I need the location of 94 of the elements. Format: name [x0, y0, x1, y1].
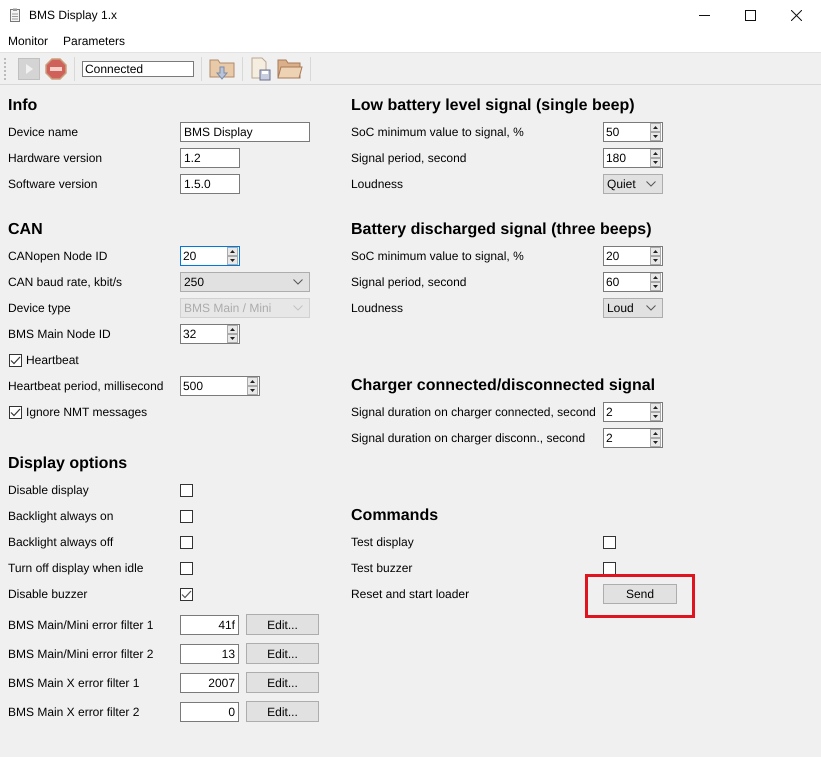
checkbox[interactable] [180, 562, 193, 574]
spin-arrows-icon[interactable] [650, 403, 661, 421]
field-label: CANopen Node ID [8, 249, 108, 263]
spin-arrows-icon[interactable] [227, 247, 238, 265]
section-heading: Info [8, 96, 38, 116]
stop-button[interactable] [45, 58, 67, 80]
file-save-icon[interactable] [250, 56, 272, 80]
edit-button[interactable]: Edit... [246, 614, 319, 635]
field-label: SoC minimum value to signal, % [351, 249, 525, 263]
dropdown[interactable]: Quiet [603, 174, 663, 194]
hex-field[interactable]: 0 [180, 702, 239, 722]
clipboard-icon [10, 8, 20, 22]
field-label: Signal period, second [351, 275, 468, 289]
field-label: Hardware version [8, 151, 104, 165]
field-label: BMS Main/Mini error filter 1 [8, 618, 154, 632]
checkbox[interactable] [9, 406, 22, 418]
field-label: Loudness [351, 177, 404, 191]
text-field[interactable]: BMS Display [180, 122, 310, 142]
field-label: Software version [8, 177, 98, 191]
field-label: Test display [351, 535, 415, 549]
text-field[interactable]: 1.2 [180, 148, 240, 168]
field-label: Heartbeat period, millisecond [8, 379, 164, 393]
spin-box[interactable]: 500 [180, 376, 260, 396]
field-label: Signal duration on charger connected, second [351, 405, 597, 419]
field-label: CAN baud rate, kbit/s [8, 275, 124, 289]
field-label: Device type [8, 301, 72, 315]
folder-download-icon[interactable] [209, 56, 235, 80]
hex-field[interactable]: 13 [180, 644, 239, 664]
spin-box[interactable]: 2 [603, 428, 663, 448]
field-label: Reset and start loader [351, 587, 470, 601]
field-label: Signal duration on charger disconn., second [351, 431, 586, 445]
field-label: Backlight always on [8, 509, 114, 523]
hex-field[interactable]: 41f [180, 614, 239, 634]
section-heading: Display options [8, 454, 128, 474]
section-heading: CAN [8, 220, 44, 240]
field-label: BMS Main Node ID [8, 327, 112, 341]
field-label: BMS Main X error filter 2 [8, 704, 140, 718]
chevron-down-icon [646, 305, 656, 311]
send-button[interactable]: Send [603, 584, 677, 604]
edit-button[interactable]: Edit... [246, 643, 319, 664]
chevron-down-icon [293, 305, 303, 311]
checkbox[interactable] [9, 354, 22, 366]
chevron-down-icon [293, 279, 303, 285]
window-title: BMS Display 1.x [29, 8, 118, 22]
text-field[interactable]: 1.5.0 [180, 174, 240, 194]
menu-item[interactable]: Parameters [63, 34, 126, 48]
dropdown[interactable]: Loud [603, 298, 663, 318]
spin-arrows-icon[interactable] [650, 429, 661, 447]
section-heading: Commands [351, 506, 440, 526]
edit-button[interactable]: Edit... [246, 701, 319, 722]
checkbox-label: Heartbeat [26, 353, 79, 367]
status-field[interactable]: Connected [82, 60, 194, 76]
spin-box[interactable]: 20 [603, 246, 663, 266]
spin-box[interactable]: 50 [603, 122, 663, 142]
checkbox[interactable] [180, 484, 193, 496]
checkbox[interactable] [180, 510, 193, 522]
field-label: Signal period, second [351, 151, 468, 165]
chevron-down-icon [646, 181, 656, 187]
field-label: Loudness [351, 301, 404, 315]
checkbox[interactable] [603, 536, 616, 548]
section-heading: Battery discharged signal (three beeps) [351, 220, 653, 240]
spin-arrows-icon[interactable] [650, 149, 661, 167]
menu-item[interactable]: Monitor [8, 34, 48, 48]
field-label: Disable display [8, 483, 90, 497]
spin-box[interactable]: 2 [603, 402, 663, 422]
spin-box[interactable]: 32 [180, 324, 240, 344]
checkbox-label: Ignore NMT messages [26, 405, 148, 419]
field-label: Turn off display when idle [8, 561, 144, 575]
spin-arrows-icon[interactable] [650, 123, 661, 141]
spin-arrows-icon[interactable] [650, 247, 661, 265]
field-label: BMS Main X error filter 1 [8, 676, 140, 690]
field-label: SoC minimum value to signal, % [351, 125, 525, 139]
close-icon[interactable] [791, 10, 802, 20]
field-label: Disable buzzer [8, 587, 88, 601]
dropdown[interactable]: 250 [180, 272, 310, 292]
maximize-icon[interactable] [745, 10, 756, 20]
spin-arrows-icon[interactable] [227, 325, 238, 343]
field-label: Backlight always off [8, 535, 114, 549]
checkbox[interactable] [603, 562, 616, 574]
section-heading: Low battery level signal (single beep) [351, 96, 636, 116]
field-label: Device name [8, 125, 80, 139]
section-heading: Charger connected/disconnected signal [351, 376, 656, 396]
spin-box[interactable]: 60 [603, 272, 663, 292]
field-label: Test buzzer [351, 561, 414, 575]
checkbox[interactable] [180, 588, 193, 600]
spin-box[interactable]: 180 [603, 148, 663, 168]
folder-icon[interactable] [277, 58, 303, 80]
hex-field[interactable]: 2007 [180, 672, 239, 692]
field-label: BMS Main/Mini error filter 2 [8, 646, 154, 660]
spin-arrows-icon[interactable] [650, 273, 661, 291]
edit-button[interactable]: Edit... [246, 672, 319, 693]
spin-box[interactable]: 20 [180, 246, 240, 266]
checkbox[interactable] [180, 536, 193, 548]
spin-arrows-icon[interactable] [247, 377, 258, 395]
